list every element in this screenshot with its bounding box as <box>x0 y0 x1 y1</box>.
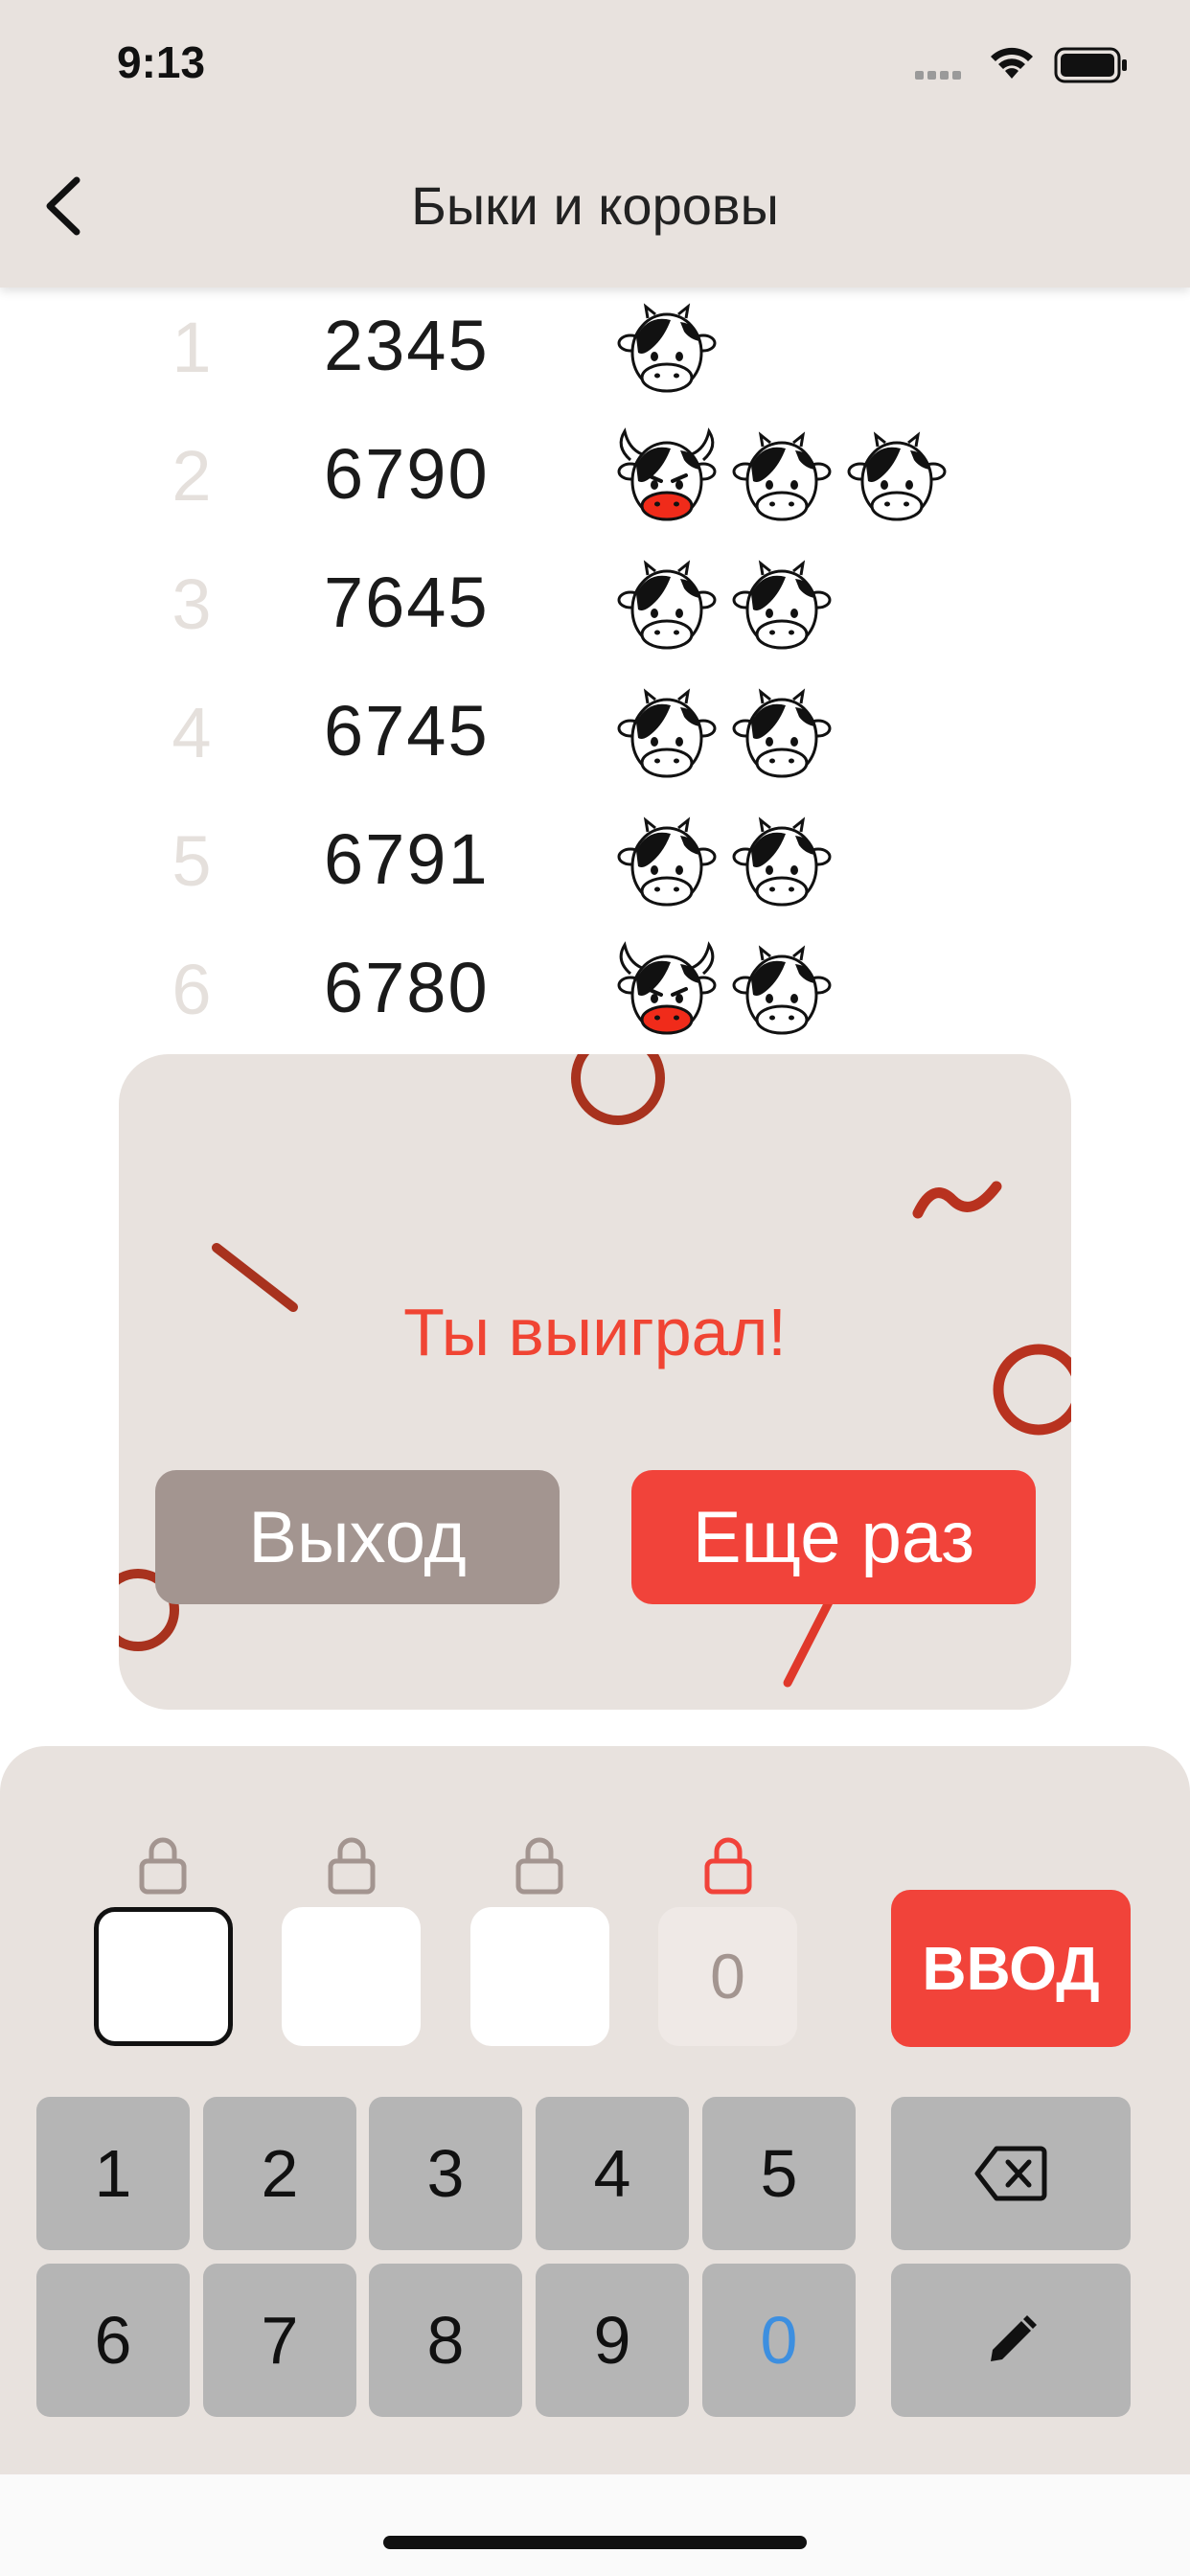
digit-slot-4[interactable]: 0 <box>658 1907 797 2046</box>
guess-row: 5 6791 <box>0 797 1190 922</box>
key-3[interactable]: 3 <box>369 2097 522 2250</box>
cow-icon <box>724 932 839 1046</box>
key-1[interactable]: 1 <box>36 2097 190 2250</box>
cow-icon <box>609 289 724 404</box>
guess-index: 4 <box>172 693 212 772</box>
key-0[interactable]: 0 <box>702 2264 856 2417</box>
guess-row: 2 6790 <box>0 412 1190 537</box>
key-6[interactable]: 6 <box>36 2264 190 2417</box>
win-dialog: Ты выиграл! Выход Еще раз <box>119 1054 1071 1710</box>
guess-index: 2 <box>172 436 212 516</box>
cow-icon <box>609 803 724 918</box>
backspace-button[interactable] <box>891 2097 1131 2250</box>
confetti-stick-icon <box>783 1596 835 1688</box>
input-panel: 0 ВВОД 1 2 3 4 5 6 7 8 9 0 <box>0 1746 1190 2474</box>
home-indicator-area <box>0 2474 1190 2576</box>
cow-icon <box>609 546 724 661</box>
guess-index: 5 <box>172 821 212 901</box>
guess-row: 6 6780 <box>0 926 1190 1050</box>
confetti-ring-icon <box>571 1054 665 1125</box>
lock-icon[interactable] <box>137 1834 189 1898</box>
guess-row: 1 2345 <box>0 284 1190 408</box>
backspace-icon <box>974 2146 1047 2201</box>
guess-index: 6 <box>172 950 212 1029</box>
key-5[interactable]: 5 <box>702 2097 856 2250</box>
enter-button[interactable]: ВВОД <box>891 1890 1131 2047</box>
cow-icon <box>839 418 954 533</box>
guess-number: 6780 <box>324 948 490 1027</box>
wifi-icon <box>987 44 1037 85</box>
cellular-signal-icon <box>915 67 965 84</box>
cow-icon <box>724 675 839 790</box>
guess-number: 6790 <box>324 434 490 514</box>
win-message: Ты выиграл! <box>403 1295 787 1369</box>
bull-icon <box>609 418 724 533</box>
edit-button[interactable] <box>891 2264 1131 2417</box>
guess-index: 1 <box>172 308 212 387</box>
key-7[interactable]: 7 <box>203 2264 356 2417</box>
lock-icon-locked[interactable] <box>702 1834 754 1898</box>
cow-icon <box>724 546 839 661</box>
lock-icon[interactable] <box>326 1834 378 1898</box>
status-time: 9:13 <box>117 37 206 87</box>
confetti-squiggle-icon <box>912 1181 1002 1219</box>
digit-slot-1[interactable] <box>94 1907 233 2046</box>
key-9[interactable]: 9 <box>536 2264 689 2417</box>
cow-icon <box>724 803 839 918</box>
guess-number: 7645 <box>324 563 490 642</box>
guess-row: 3 7645 <box>0 540 1190 665</box>
guess-number: 6745 <box>324 691 490 770</box>
home-indicator[interactable] <box>383 2536 807 2549</box>
digit-slot-3[interactable] <box>470 1907 609 2046</box>
guess-number: 2345 <box>324 306 490 385</box>
guess-index: 3 <box>172 564 212 644</box>
key-4[interactable]: 4 <box>536 2097 689 2250</box>
page-title: Быки и коровы <box>411 175 779 236</box>
guess-number: 6791 <box>324 819 490 899</box>
key-2[interactable]: 2 <box>203 2097 356 2250</box>
lock-icon[interactable] <box>514 1834 565 1898</box>
bull-icon <box>609 932 724 1046</box>
digit-slot-2[interactable] <box>282 1907 421 2046</box>
battery-icon <box>1054 46 1129 89</box>
cow-icon <box>609 675 724 790</box>
pencil-icon <box>991 2315 1037 2361</box>
exit-button[interactable]: Выход <box>155 1470 560 1604</box>
cow-icon <box>724 418 839 533</box>
play-again-button[interactable]: Еще раз <box>631 1470 1036 1604</box>
guess-row: 4 6745 <box>0 669 1190 794</box>
key-8[interactable]: 8 <box>369 2264 522 2417</box>
